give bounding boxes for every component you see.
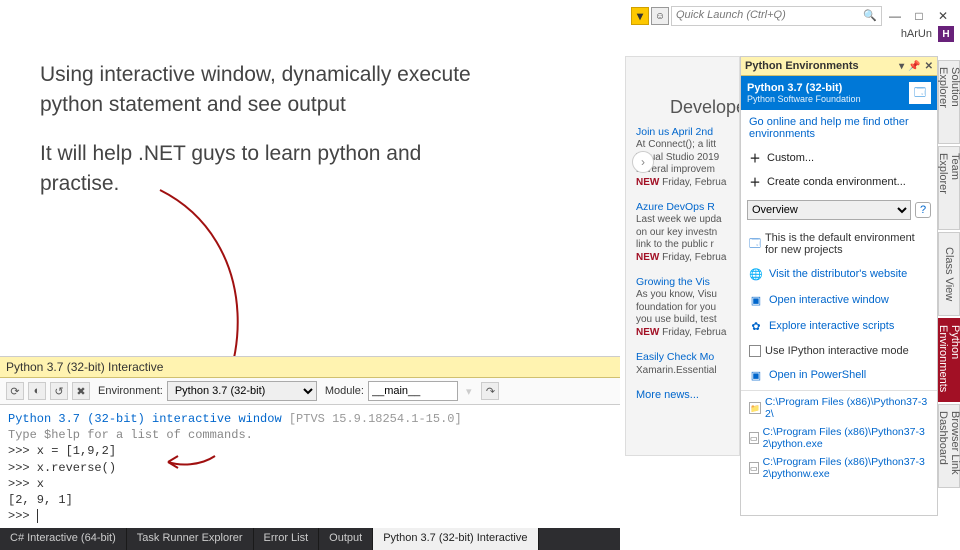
notifications-icon[interactable]: ▾	[631, 7, 649, 25]
open-interactive-link[interactable]: ▣Open interactive window	[741, 287, 937, 313]
more-news-link[interactable]: More news...	[626, 381, 739, 409]
checkbox-icon[interactable]	[749, 345, 761, 357]
news-item[interactable]: Azure DevOps R Last week we upda on our …	[626, 193, 739, 268]
gear-icon: ✿	[749, 319, 763, 333]
tab-python-interactive[interactable]: Python 3.7 (32-bit) Interactive	[373, 528, 538, 550]
console-line: >>> x	[8, 476, 612, 492]
minimize-button[interactable]: —	[884, 9, 906, 23]
tab-csharp-interactive[interactable]: C# Interactive (64-bit)	[0, 528, 127, 550]
cancel-button[interactable]: ◐	[28, 382, 46, 400]
collapse-chevron-icon[interactable]: ›	[632, 151, 654, 173]
add-custom-env[interactable]: ＋Custom...	[741, 146, 937, 170]
user-area: hArUn H	[901, 26, 954, 42]
news-item[interactable]: Easily Check Mo Xamarin.Essential	[626, 343, 739, 381]
console-line: >>> x = [1,9,2]	[8, 443, 612, 459]
tab-error-list[interactable]: Error List	[254, 528, 320, 550]
ipython-toggle[interactable]: Use IPython interactive mode	[741, 339, 937, 362]
powershell-icon: ▣	[749, 368, 763, 382]
developer-news-heading: Develope	[626, 57, 739, 118]
annotation-line-2: It will help .NET guys to learn python a…	[40, 139, 480, 200]
developer-news-panel: › Develope Join us April 2nd At Connect(…	[625, 56, 740, 456]
env-selected-name: Python 3.7 (32-bit)	[747, 82, 861, 94]
sidebar-tab-class-view[interactable]: Class View	[938, 232, 960, 316]
user-avatar[interactable]: H	[938, 26, 954, 42]
folder-icon: 📁	[749, 402, 761, 414]
file-icon: ▭	[749, 462, 759, 474]
env-path[interactable]: 📁C:\Program Files (x86)\Python37-32\	[741, 393, 937, 423]
python-environments-panel: Python Environments ▾ 📌 ✕ Python 3.7 (32-b…	[740, 56, 938, 516]
module-input[interactable]	[368, 381, 458, 401]
terminal-icon: ▣	[749, 293, 763, 307]
attach-button[interactable]: ↷	[481, 382, 499, 400]
tab-output[interactable]: Output	[319, 528, 373, 550]
plus-icon: ＋	[749, 152, 761, 164]
sidebar-tab-team-explorer[interactable]: Team Explorer	[938, 146, 960, 230]
overview-dropdown[interactable]: Overview	[747, 200, 911, 220]
restore-button[interactable]: □	[908, 9, 930, 23]
env-label: Environment:	[98, 385, 163, 397]
side-tool-tabs: Solution Explorer Team Explorer Class Vi…	[938, 60, 960, 490]
visit-distributor-link[interactable]: 🌐Visit the distributor's website	[741, 261, 937, 287]
console-line: >>> x.reverse()	[8, 460, 612, 476]
sidebar-tab-python-environments[interactable]: Python Environments	[938, 318, 960, 402]
console-header: Python 3.7 (32-bit) interactive window	[8, 412, 282, 426]
tab-task-runner[interactable]: Task Runner Explorer	[127, 528, 254, 550]
env-selected-sub: Python Software Foundation	[747, 94, 861, 104]
sidebar-tab-browser-link[interactable]: Browser Link Dashboard	[938, 404, 960, 488]
interactive-title: Python 3.7 (32-bit) Interactive	[0, 357, 620, 378]
divider	[741, 390, 937, 391]
module-label: Module:	[325, 385, 364, 397]
globe-icon: 🌐	[749, 267, 763, 281]
interactive-toolbar: ⟳ ◐ ↺ ✖ Environment: Python 3.7 (32-bit)…	[0, 378, 620, 405]
env-path[interactable]: ▭C:\Program Files (x86)\Python37-32\pyth…	[741, 423, 937, 453]
help-icon[interactable]: ?	[915, 202, 931, 218]
panel-header: Python Environments ▾ 📌 ✕	[741, 57, 937, 76]
clear-button[interactable]: ✖	[72, 382, 90, 400]
search-icon: 🔍	[863, 9, 877, 22]
env-path[interactable]: ▭C:\Program Files (x86)\Python37-32\pyth…	[741, 453, 937, 483]
dropdown-icon[interactable]: ▾	[466, 385, 472, 398]
close-button[interactable]: ✕	[932, 9, 954, 23]
file-icon: ▭	[749, 432, 759, 444]
console-help: Type $help for a list of commands.	[8, 427, 612, 443]
plus-icon: ＋	[749, 176, 761, 188]
reset-button[interactable]: ↺	[50, 382, 68, 400]
user-annotation: Using interactive window, dynamically ex…	[40, 60, 480, 218]
env-dropdown-icon[interactable]: 🗔	[909, 82, 931, 104]
news-item[interactable]: Growing the Vis As you know, Visu founda…	[626, 268, 739, 343]
panel-close-icon[interactable]: ✕	[925, 61, 933, 72]
feedback-icon[interactable]: ☺	[651, 7, 669, 25]
username-label: hArUn	[901, 28, 932, 40]
bottom-tool-tabs: C# Interactive (64-bit) Task Runner Expl…	[0, 528, 620, 550]
quick-launch-input[interactable]: Quick Launch (Ctrl+Q) 🔍	[671, 6, 882, 26]
console-version: [PTVS 15.9.18254.1-15.0]	[289, 412, 462, 426]
panel-pin-icon[interactable]: 📌	[908, 61, 920, 72]
scope-button[interactable]: ⟳	[6, 382, 24, 400]
info-icon: 🗔	[749, 237, 761, 251]
interactive-window: Python 3.7 (32-bit) Interactive ⟳ ◐ ↺ ✖ …	[0, 356, 620, 550]
env-selected[interactable]: Python 3.7 (32-bit) Python Software Foun…	[741, 76, 937, 110]
default-env-note: 🗔This is the default environment for new…	[741, 226, 937, 261]
find-environments-link[interactable]: Go online and help me find other environ…	[741, 110, 937, 146]
annotation-line-1: Using interactive window, dynamically ex…	[40, 60, 480, 121]
quick-launch-placeholder: Quick Launch (Ctrl+Q)	[676, 9, 786, 21]
open-powershell-link[interactable]: ▣Open in PowerShell	[741, 362, 937, 388]
panel-title: Python Environments	[745, 60, 859, 72]
create-conda-env[interactable]: ＋Create conda environment...	[741, 170, 937, 194]
env-select[interactable]: Python 3.7 (32-bit)	[167, 381, 317, 401]
sidebar-tab-solution-explorer[interactable]: Solution Explorer	[938, 60, 960, 144]
explore-scripts-link[interactable]: ✿Explore interactive scripts	[741, 313, 937, 339]
overview-selector: Overview ?	[747, 200, 931, 220]
interactive-console[interactable]: Python 3.7 (32-bit) interactive window […	[0, 405, 620, 530]
console-prompt[interactable]: >>>	[8, 508, 612, 524]
console-line: [2, 9, 1]	[8, 492, 612, 508]
panel-dropdown-icon[interactable]: ▾	[899, 61, 904, 72]
